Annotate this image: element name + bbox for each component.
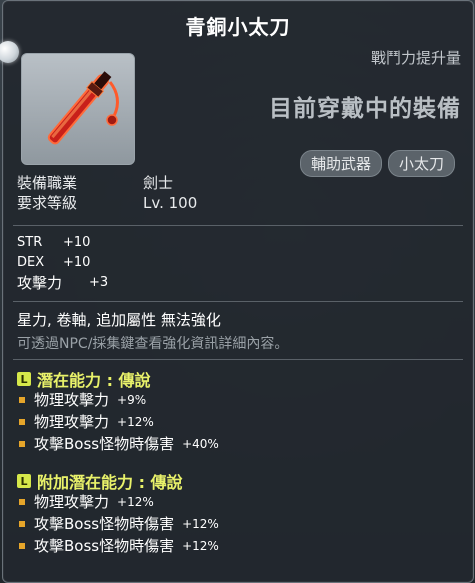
item-icon-frame [21,53,135,165]
bullet-icon [19,419,25,425]
item-name: 青銅小太刀 [185,15,291,39]
additional-potential-lines: 物理攻擊力 +12% 攻擊Boss怪物時傷害 +12% 攻擊Boss怪物時傷害 … [19,491,219,557]
potential-header: L 潛在能力 : 傳說 [17,367,151,391]
bullet-icon [19,397,25,403]
stat-label: 攻擊力 [17,274,63,292]
tag-category: 輔助武器 [299,150,382,177]
potential-line: 攻擊Boss怪物時傷害 +40% [19,433,219,455]
potential-label: 物理攻擊力 [34,413,110,431]
potential-label: 攻擊Boss怪物時傷害 [34,515,175,533]
potential-lines: 物理攻擊力 +9% 物理攻擊力 +12% 攻擊Boss怪物時傷害 +40% [19,389,219,455]
stat-row-str: STR +10 [17,233,108,253]
additional-potential-line: 物理攻擊力 +12% [19,491,219,513]
requirement-row-job: 裝備職業 劍士 [17,173,197,193]
stat-value: +3 [89,275,109,290]
additional-potential-header: L 附加潛在能力 : 傳說 [17,469,183,493]
potential-title: 潛在能力 : 傳說 [37,371,151,390]
legendary-grade-icon: L [17,372,31,386]
item-tags: 輔助武器 小太刀 [299,150,455,177]
divider [13,301,463,302]
stats: STR +10 DEX +10 攻擊力 +3 [17,233,108,293]
additional-potential-line: 攻擊Boss怪物時傷害 +12% [19,513,219,535]
requirement-value: 劍士 [143,174,174,192]
stat-value: +10 [63,255,91,270]
stat-value: +10 [63,235,91,250]
requirements: 裝備職業 劍士 要求等級 Lv. 100 [17,173,197,213]
divider [13,225,463,226]
requirement-value: Lv. 100 [143,194,198,212]
potential-line: 物理攻擊力 +9% [19,389,219,411]
stat-label: DEX [17,255,45,270]
additional-potential-line: 攻擊Boss怪物時傷害 +12% [19,535,219,557]
potential-value: +9% [117,393,147,407]
stat-row-dex: DEX +10 [17,253,108,273]
additional-potential-title: 附加潛在能力 : 傳說 [37,473,183,492]
katana-icon [47,71,119,145]
requirement-row-level: 要求等級 Lv. 100 [17,193,197,213]
tag-type: 小太刀 [387,150,455,177]
compare-label: 戰鬥力提升量 [370,49,461,67]
bullet-icon [19,441,25,447]
potential-value: +12% [117,415,154,429]
requirement-label: 裝備職業 [17,174,78,192]
orb-icon [0,41,19,63]
potential-label: 物理攻擊力 [34,493,110,511]
upgrade-hint: 可透過NPC/採集鍵查看強化資訊詳細內容。 [17,336,289,352]
potential-value: +12% [117,495,154,509]
potential-label: 物理攻擊力 [34,391,110,409]
potential-line: 物理攻擊力 +12% [19,411,219,433]
requirement-label: 要求等級 [17,194,78,212]
upgrade-flags: 星力, 卷軸, 追加屬性 無法強化 [17,311,221,329]
potential-value: +40% [182,437,219,451]
divider [13,359,463,360]
stat-label: STR [17,235,43,250]
potential-label: 攻擊Boss怪物時傷害 [34,537,175,555]
legendary-grade-icon: L [17,474,31,488]
bullet-icon [19,543,25,549]
item-tooltip: 青銅小太刀 戰鬥力提升量 目前穿戴中的裝備 輔助武器 小太刀 裝備職業 劍士 要… [0,0,474,583]
potential-value: +12% [182,517,219,531]
equipped-label: 目前穿戴中的裝備 [269,96,461,122]
potential-label: 攻擊Boss怪物時傷害 [34,435,175,453]
stat-row-attack: 攻擊力 +3 [17,273,108,293]
bullet-icon [19,499,25,505]
potential-value: +12% [182,539,219,553]
bullet-icon [19,521,25,527]
